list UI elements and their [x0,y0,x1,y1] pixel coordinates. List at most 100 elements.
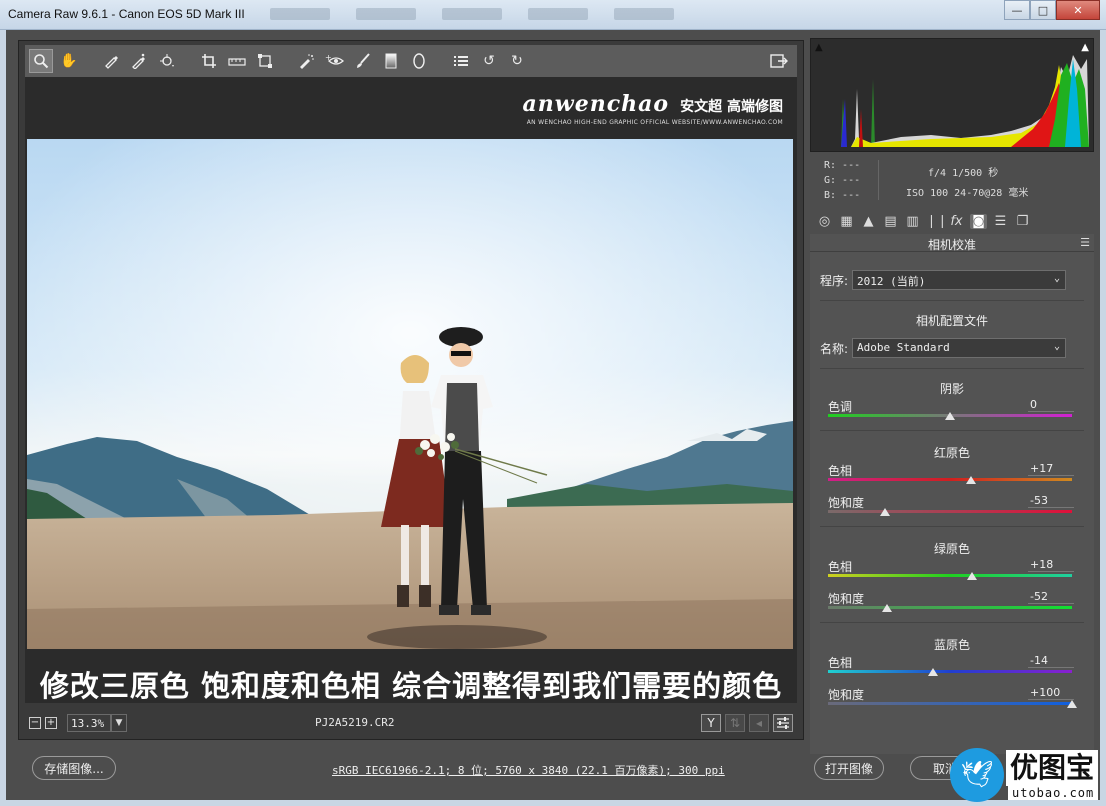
window-controls: — □ ✕ [1004,0,1100,20]
blue-hue-value[interactable]: -14 [1028,654,1074,668]
rotate-ccw-icon[interactable]: ↺ [477,49,501,73]
red-hue-track[interactable] [828,478,1072,481]
exif-info: f/4 1/500 秒 ISO 100 24-70@28 毫米 [906,164,1028,204]
blue-saturation-slider-thumb[interactable] [1067,700,1077,708]
red-saturation-track[interactable] [828,510,1072,513]
zoom-icon[interactable] [29,49,53,73]
red-hue-label: 色相 [828,464,853,478]
process-row: 程序: 2012 (当前) ⌄ [820,270,1067,290]
straighten-icon[interactable] [225,49,249,73]
targeted-adjustment-icon[interactable] [155,49,179,73]
open-image-button[interactable]: 打开图像 [814,756,884,780]
green-saturation-value[interactable]: -52 [1028,590,1074,604]
name-label: 名称: [820,341,849,356]
tool-bar: ✋ + ↺ ↻ [25,45,797,77]
white-balance-icon[interactable] [99,49,123,73]
radial-filter-icon[interactable] [407,49,431,73]
image-canvas[interactable]: anwenchao 安文超 高端修图 AN WENCHAO HIGH-END G… [25,77,797,703]
blue-primary-title: 蓝原色 [933,638,970,652]
detail-tab-icon[interactable]: ▲ [860,214,877,229]
workflow-options-link[interactable]: sRGB IEC61966-2.1; 8 位; 5760 x 3840 (22.… [332,762,725,778]
logo-subtitle: AN WENCHAO HIGH-END GRAPHIC OFFICIAL WEB… [526,119,783,126]
export-icon[interactable] [767,49,791,73]
graduated-filter-icon[interactable] [379,49,403,73]
histogram-graph [821,55,1089,147]
shadow-tint-slider-thumb[interactable] [945,412,955,420]
dialog-body: ✋ + ↺ ↻ anwenchao 安文超 高端修图 AN WENCHAO HI… [6,30,1100,800]
minimize-button[interactable]: — [1004,0,1030,20]
chevron-down-icon: ⌄ [1054,341,1061,352]
watermark-url: utobao.com [1008,786,1099,800]
lens-corrections-tab-icon[interactable]: ❘❘ [926,214,948,229]
profile-value: Adobe Standard [857,341,950,354]
rotate-cw-icon[interactable]: ↻ [505,49,529,73]
blue-saturation-label: 饱和度 [828,688,865,702]
blue-hue-slider-thumb[interactable] [927,668,938,676]
zoom-in-button[interactable]: + [45,717,57,729]
transform-icon[interactable] [253,49,277,73]
green-hue-slider-thumb[interactable] [966,572,977,580]
process-select[interactable]: 2012 (当前) ⌄ [852,270,1067,290]
info-readout: R: --- G: --- B: --- f/4 1/500 秒 ISO 100… [810,154,1094,204]
green-hue-track[interactable] [828,574,1072,577]
shadows-title: 阴影 [939,382,964,396]
tone-curve-tab-icon[interactable]: ▦ [838,214,855,229]
maximize-button[interactable]: □ [1030,0,1056,20]
green-saturation-label: 饱和度 [828,592,865,606]
shadow-clipping-warning-icon[interactable]: ▲ [815,42,823,53]
profile-select[interactable]: Adobe Standard ⌄ [852,338,1067,358]
swap-settings-icon[interactable]: ⇅ [725,714,745,732]
window-title: Camera Raw 9.6.1 - Canon EOS 5D Mark III [8,7,245,21]
hsl-tab-icon[interactable]: ▤ [882,214,899,229]
logo-cn-text: 安文超 高端修图 [680,99,783,115]
spot-removal-icon[interactable] [295,49,319,73]
copy-settings-icon[interactable]: ◂ [749,714,769,732]
green-readout: G: --- [824,175,861,186]
histogram: ▲ ▲ [810,38,1094,152]
red-saturation-value[interactable]: -53 [1028,494,1074,508]
basic-tab-icon[interactable]: ◎ [816,214,833,229]
zoom-level-field[interactable]: 13.3% [67,714,111,732]
presets-list-icon[interactable] [449,49,473,73]
red-eye-icon[interactable]: + [323,49,347,73]
iso-lens: ISO 100 24-70@28 毫米 [906,188,1029,199]
window-titlebar: Camera Raw 9.6.1 - Canon EOS 5D Mark III… [0,0,1106,30]
green-saturation-slider-thumb[interactable] [881,604,892,612]
blue-saturation-value[interactable]: +100 [1028,686,1074,700]
effects-tab-icon[interactable]: fx [948,214,965,229]
camera-calibration-panel: 相机校准 ☰ 程序: 2012 (当前) ⌄ 相机配置文件 名称: Adobe … [810,234,1094,754]
red-hue-slider-thumb[interactable] [965,476,976,484]
svg-text:+: + [325,53,332,62]
before-after-toggle-button[interactable]: Y [701,714,721,732]
red-saturation-slider-thumb[interactable] [880,508,891,516]
adjustment-brush-icon[interactable] [351,49,375,73]
camera-calibration-tab-icon[interactable]: ◙ [970,213,987,229]
preview-preferences-icon[interactable] [773,714,793,732]
green-hue-value[interactable]: +18 [1028,558,1074,572]
highlight-clipping-warning-icon[interactable]: ▲ [1081,42,1089,53]
zoom-dropdown-chevron-icon[interactable]: ▼ [111,714,127,732]
save-image-button[interactable]: 存储图像... [32,756,116,780]
red-primary-title: 红原色 [933,446,970,460]
color-sampler-icon[interactable] [127,49,151,73]
presets-tab-icon[interactable]: ☰ [992,214,1009,229]
red-hue-value[interactable]: +17 [1028,462,1074,476]
preview-status-bar: − + 13.3% ▼ PJ2A5219.CR2 Y ⇅ ◂ [25,711,797,735]
photo-illustration [27,139,793,649]
shadow-tint-value[interactable]: 0 [1028,398,1074,412]
split-toning-tab-icon[interactable]: ▥ [904,214,921,229]
chevron-down-icon: ⌄ [1054,273,1061,284]
blue-saturation-track[interactable] [828,702,1072,705]
crop-icon[interactable] [197,49,221,73]
hand-icon[interactable]: ✋ [57,49,81,73]
process-label: 程序: [820,273,849,288]
snapshots-tab-icon[interactable]: ❐ [1014,214,1031,229]
blue-hue-track[interactable] [828,670,1072,673]
panel-menu-icon[interactable]: ☰ [1080,236,1090,249]
zoom-out-button[interactable]: − [29,717,41,729]
preview-panel: ✋ + ↺ ↻ anwenchao 安文超 高端修图 AN WENCHAO HI… [18,40,804,740]
profile-row: 名称: Adobe Standard ⌄ [820,338,1067,358]
green-saturation-track[interactable] [828,606,1072,609]
close-button[interactable]: ✕ [1056,0,1100,20]
profile-section-title: 相机配置文件 [915,314,988,328]
